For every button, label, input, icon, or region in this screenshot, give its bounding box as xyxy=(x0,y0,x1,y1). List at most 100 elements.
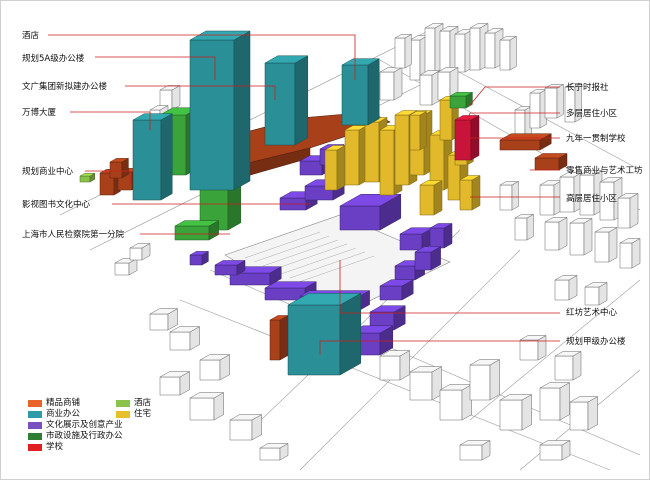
bg-building-right-4-front xyxy=(617,197,631,229)
legend-item-commercial-office: 商业办公 xyxy=(28,409,80,419)
hotel-small-block-front xyxy=(79,175,91,183)
residential-tower-3-front xyxy=(379,129,395,196)
legend-item-residential: 住宅 xyxy=(116,409,151,419)
bg-building-top-15-front xyxy=(544,87,558,119)
bg-building-bottom-2-front xyxy=(199,359,221,381)
legend-item-hotel: 酒店 xyxy=(116,398,151,408)
legend-swatch xyxy=(28,432,42,440)
legend-swatch xyxy=(28,443,42,451)
legend-swatch xyxy=(28,410,42,418)
bg-building-bottom-1-front xyxy=(169,331,191,351)
legend-item-culture-creative: 文化展示及创意产业 xyxy=(28,420,123,430)
bg-building-right-10-front xyxy=(584,286,600,306)
bg-building-top-8-front xyxy=(379,71,395,101)
label-retail-art-workshop: 零售商业与艺术工坊 xyxy=(566,166,643,176)
residential-tower-8-side xyxy=(433,180,443,216)
bg-building-right-9-front xyxy=(554,279,570,301)
planned-commercial-tower-side xyxy=(160,113,173,201)
residential-tower-0-side xyxy=(336,145,346,191)
residential-tower-1-front xyxy=(344,129,360,186)
nine-year-school-block-front xyxy=(454,119,472,161)
residential-tower-8-front xyxy=(419,184,435,216)
legend: 精品商铺 酒店 商业办公 住宅 文化展示及创意产业 市政设施及行政办公 学校 xyxy=(28,398,178,468)
bg-building-top-8-side xyxy=(393,67,403,101)
bg-building-bottom-19-front xyxy=(259,447,281,461)
bg-building-right-12-front xyxy=(514,217,528,241)
bg-building-top-6-front xyxy=(419,74,433,106)
changning-times-block-front xyxy=(449,95,467,109)
brown-podium-bottom-side xyxy=(279,315,289,361)
label-hotel: 酒店 xyxy=(22,31,40,41)
label-procuratorate: 上海市人民检察院第一分院 xyxy=(22,230,125,240)
label-wenguang-office: 文广集团新拟建办公楼 xyxy=(22,82,108,92)
bg-building-bottom-5-front xyxy=(229,419,253,441)
bg-building-bottom-6-front xyxy=(379,355,401,381)
municipal-low-block-front xyxy=(174,225,210,241)
bg-building-right-0-front xyxy=(539,184,555,216)
residential-tower-10-front xyxy=(409,114,421,151)
bg-building-bottom-8-front xyxy=(439,389,463,421)
bg-building-right-8-front xyxy=(619,242,633,269)
bg-building-top-12-front xyxy=(499,39,511,71)
bg-building-top-11-side xyxy=(404,33,412,69)
label-nine-year-school: 九年一贯制学校 xyxy=(566,134,626,144)
wenguang-office-tower-front xyxy=(264,62,296,146)
bg-building-right-5-front xyxy=(544,221,560,251)
culture-block-8-front xyxy=(414,251,432,271)
legend-label: 酒店 xyxy=(134,398,152,408)
planned-commercial-tower-front xyxy=(132,119,162,201)
culture-block-3-front xyxy=(299,160,323,176)
culture-block-5-front xyxy=(399,233,423,251)
legend-label: 学校 xyxy=(46,442,64,452)
bg-building-bottom-16-front xyxy=(129,247,143,261)
legend-item-municipal-admin: 市政设施及行政办公 xyxy=(28,431,123,441)
bg-building-top-4-front xyxy=(469,27,481,71)
legend-swatch xyxy=(116,399,130,407)
bg-building-top-5-front xyxy=(484,32,496,69)
brown-block-c-front xyxy=(109,161,123,179)
residential-tower-4-front xyxy=(394,114,410,186)
bg-building-bottom-3-front xyxy=(159,376,181,396)
bg-building-right-8-side xyxy=(631,238,641,269)
bg-building-bottom-0-front xyxy=(149,313,169,331)
legend-label: 住宅 xyxy=(134,409,152,419)
legend-item-school: 学校 xyxy=(28,442,63,452)
bg-building-right-6-side xyxy=(583,218,593,256)
legend-swatch xyxy=(28,399,42,407)
bg-building-right-7-side xyxy=(608,227,618,263)
legend-label: 文化展示及创意产业 xyxy=(46,420,123,430)
bg-building-bottom-10-front xyxy=(499,399,523,431)
legend-label: 精品商铺 xyxy=(46,398,81,408)
bg-building-right-11-front xyxy=(499,184,513,211)
label-planned-grade-a-office: 规划甲级办公楼 xyxy=(566,337,626,347)
label-red-workshop-art-center: 红坊艺术中心 xyxy=(566,308,618,318)
planned-5a-office-tower-side xyxy=(233,30,251,191)
bg-building-bottom-14-front xyxy=(554,355,574,381)
bg-building-bottom-10-side xyxy=(521,394,532,431)
legend-swatch xyxy=(116,410,130,418)
bg-building-top-12-side xyxy=(509,35,517,71)
planned-grade-a-office-tower-side xyxy=(339,292,362,376)
bg-building-top-14-front xyxy=(529,92,541,129)
bg-building-bottom-9-side xyxy=(489,359,500,401)
label-changning-times: 长宁时报社 xyxy=(566,83,609,93)
bg-building-bottom-14-side xyxy=(572,351,582,381)
bg-building-bottom-15-front xyxy=(114,262,130,276)
residential-tower-2-front xyxy=(364,121,380,183)
bg-building-right-12-side xyxy=(526,213,534,241)
bg-building-right-5-side xyxy=(558,217,568,251)
bg-building-bottom-18-front xyxy=(539,444,563,461)
brown-podium-bottom-front xyxy=(269,319,281,361)
culture-block-6-front xyxy=(429,227,445,249)
bg-building-bottom-4-front xyxy=(189,397,215,421)
culture-block-14-front xyxy=(264,287,306,301)
legend-item-boutique-shops: 精品商铺 xyxy=(28,398,80,408)
bg-building-top-3-front xyxy=(454,33,466,73)
planned-grade-a-office-tower-front xyxy=(287,304,341,376)
legend-label: 商业办公 xyxy=(46,409,81,419)
bg-building-bottom-11-side xyxy=(559,382,570,421)
legend-label: 市政设施及行政办公 xyxy=(46,431,123,441)
bg-building-bottom-13-front xyxy=(519,339,539,361)
hotel-tower-side xyxy=(367,58,380,126)
residential-tower-10-side xyxy=(419,110,427,151)
